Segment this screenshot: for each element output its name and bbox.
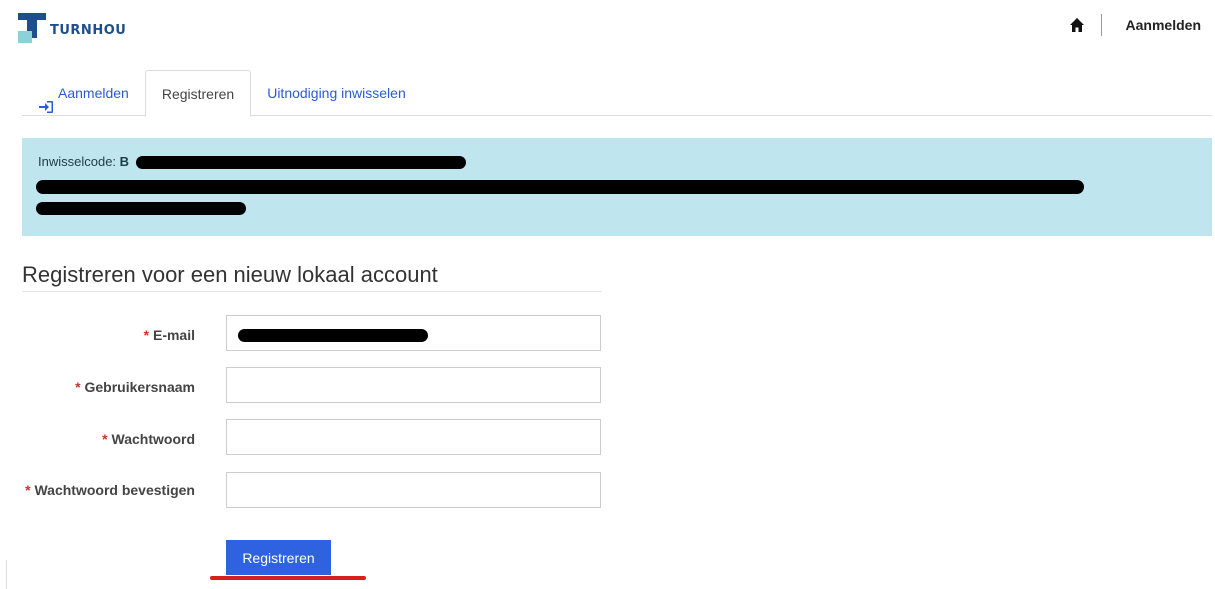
tab-registreren[interactable]: Registreren xyxy=(144,70,252,117)
header-signin-link[interactable]: Aanmelden xyxy=(1126,17,1201,33)
logo-text: TURNHOU xyxy=(50,23,127,38)
password-row: * Wachtwoord xyxy=(0,419,610,457)
nav-divider xyxy=(1100,14,1102,36)
tab-bar: Aanmelden Registreren Uitnodiging inwiss… xyxy=(22,70,1212,117)
redaction-mark xyxy=(238,329,428,342)
tab-aanmelden-label: Aanmelden xyxy=(58,85,129,101)
sign-in-icon xyxy=(38,86,54,113)
password-label: * Wachtwoord xyxy=(102,431,195,447)
password-field[interactable] xyxy=(226,419,601,455)
top-nav: Aanmelden xyxy=(1069,14,1201,36)
username-label: * Gebruikersnaam xyxy=(75,379,195,395)
redaction-mark xyxy=(36,180,1084,194)
form-title: Registreren voor een nieuw lokaal accoun… xyxy=(22,262,602,292)
redeem-code-value: B xyxy=(119,154,130,169)
redeem-code-label: Inwisselcode: xyxy=(38,154,117,169)
tab-uitnodiging-label: Uitnodiging inwisselen xyxy=(267,85,406,101)
confirm-password-row: * Wachtwoord bevestigen xyxy=(0,472,610,528)
logo-mark xyxy=(18,13,48,45)
username-field[interactable] xyxy=(226,367,601,403)
tab-uitnodiging-inwisselen[interactable]: Uitnodiging inwisselen xyxy=(251,70,422,116)
annotation-underline xyxy=(210,576,366,580)
confirm-password-label: * Wachtwoord bevestigen xyxy=(25,482,195,498)
tab-aanmelden[interactable]: Aanmelden xyxy=(22,70,145,116)
left-edge-line xyxy=(6,560,7,589)
username-row: * Gebruikersnaam xyxy=(0,367,610,405)
tab-registreren-label: Registreren xyxy=(161,85,235,102)
email-label: * E-mail xyxy=(143,327,195,343)
register-button[interactable]: Registreren xyxy=(226,540,331,575)
redaction-mark xyxy=(136,156,466,169)
logo[interactable]: TURNHOU xyxy=(18,13,126,45)
home-icon[interactable] xyxy=(1069,17,1085,33)
confirm-password-field[interactable] xyxy=(226,472,601,508)
redaction-mark xyxy=(36,202,246,215)
